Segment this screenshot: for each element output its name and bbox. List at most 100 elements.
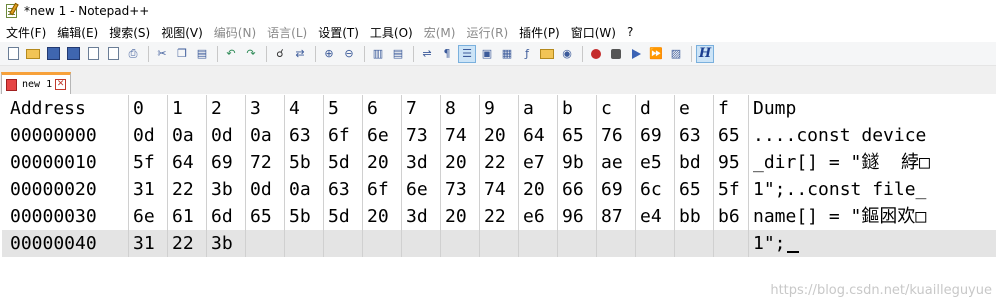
hex-byte-cell [674,230,713,257]
indent-guide-icon[interactable]: ☰ [458,44,476,63]
menu-macro[interactable]: 宏(M) [424,24,456,41]
paste-icon[interactable]: ▤ [193,45,211,63]
hex-dump-cell: name[] = "鏂囦欢□ [748,203,994,230]
menu-language[interactable]: 语言(L) [267,24,307,41]
menu-file[interactable]: 文件(F) [6,24,46,41]
hex-byte-cell: 22 [479,203,518,230]
redo-icon[interactable]: ↷ [242,45,260,63]
hex-byte-cell: 6f [323,122,362,149]
hex-header-cell: 6 [362,95,401,122]
macro-save-icon[interactable]: ▨ [667,45,685,63]
hex-byte-cell [440,230,479,257]
new-file-icon[interactable] [4,45,22,63]
hex-data-row[interactable]: 00000030 6e 61 6d 65 5b 5d 20 3d 20 22 e6 96 87 e4 bb b6… [2,203,996,230]
hex-header-cell: 3 [245,95,284,122]
monitoring-icon[interactable]: ◉ [558,45,576,63]
hex-header-cell: 8 [440,95,479,122]
udl-icon[interactable]: ▣ [478,45,496,63]
menu-help[interactable]: ? [627,25,633,39]
hex-data-row[interactable]: 00000020 31 22 3b 0d 0a 63 6f 6e 73 74 20 66 69 6c 65 5f… [2,176,996,203]
hex-editor[interactable]: Address 0 1 2 3 4 5 6 7 8 9 a b c d e f Dump 00000000 0d 0a 0… [2,95,996,302]
menu-view[interactable]: 视图(V) [161,24,203,41]
hex-byte-cell: 0d [206,122,245,149]
hex-byte-cell: 65 [557,122,596,149]
menu-encoding[interactable]: 编码(N) [214,24,256,41]
hex-byte-cell: 5f [713,176,748,203]
sync-vertical-icon[interactable]: ▥ [369,45,387,63]
hex-byte-cell: 5b [284,203,323,230]
hex-data-row[interactable]: 00000010 5f 64 69 72 5b 5d 20 3d 20 22 e7 9b ae e5 bd 95… [2,149,996,176]
menu-tools[interactable]: 工具(O) [370,24,413,41]
hex-byte-cell: 61 [167,203,206,230]
hex-byte-cell: 95 [713,149,748,176]
hex-header-cell: e [674,95,713,122]
hex-address-cell: 00000020 [10,179,97,200]
hex-dump-cell: ....const device [748,122,994,149]
menu-settings[interactable]: 设置(T) [318,24,359,41]
hex-byte-cell: 20 [440,203,479,230]
toolbar-separator [364,45,365,62]
close-all-icon[interactable] [104,45,122,63]
hex-byte-cell: 6e [128,203,167,230]
hex-byte-cell [284,230,323,257]
hex-byte-cell: 65 [245,203,284,230]
toolbar-separator [691,45,692,62]
hex-header-cell: b [557,95,596,122]
hex-data-row[interactable]: 00000000 0d 0a 0d 0a 63 6f 6e 73 74 20 64 65 76 69 63 65… [2,122,996,149]
menu-search[interactable]: 搜索(S) [109,24,150,41]
hex-byte-cell: bd [674,149,713,176]
folder-as-workspace-icon[interactable] [538,45,556,63]
menu-edit[interactable]: 编辑(E) [57,24,98,41]
macro-run-multiple-icon[interactable]: ⏩ [647,45,665,63]
macro-record-icon[interactable] [587,45,605,63]
menu-run[interactable]: 运行(R) [466,24,508,41]
hex-byte-cell [479,230,518,257]
toolbar-separator [413,45,414,62]
hex-byte-cell: 0d [128,122,167,149]
menu-window[interactable]: 窗口(W) [571,24,616,41]
tab-new-1[interactable]: new 1 ✕ [1,72,71,94]
hex-byte-cell: 20 [362,149,401,176]
macro-play-icon[interactable] [627,45,645,63]
copy-icon[interactable]: ❐ [173,45,191,63]
sync-horizontal-icon[interactable]: ▤ [389,45,407,63]
doc-map-icon[interactable]: ▦ [498,45,516,63]
undo-icon[interactable]: ↶ [222,45,240,63]
hex-byte-cell: 20 [440,149,479,176]
save-icon[interactable] [44,45,62,63]
hex-byte-cell: 22 [479,149,518,176]
function-list-icon[interactable]: ƒ [518,45,536,63]
hex-byte-cell: 3d [401,149,440,176]
hex-byte-cell: 6e [362,122,401,149]
hex-byte-cell: 69 [206,149,245,176]
hex-byte-cell: 31 [128,176,167,203]
show-all-characters-icon[interactable]: ¶ [438,45,456,63]
hex-byte-cell: 74 [440,122,479,149]
hex-byte-cell: 63 [323,176,362,203]
hex-header-cell: c [596,95,635,122]
macro-stop-icon[interactable] [607,45,625,63]
print-icon[interactable]: ⎙ [124,45,142,63]
menu-plugins[interactable]: 插件(P) [519,24,560,41]
zoom-in-icon[interactable]: ⊕ [320,45,338,63]
zoom-out-icon[interactable]: ⊖ [340,45,358,63]
replace-icon[interactable]: ⇄ [291,45,309,63]
hex-byte-cell: 66 [557,176,596,203]
hex-header-cell: Dump [748,95,994,122]
open-file-icon[interactable] [24,45,42,63]
hex-header-cell: 1 [167,95,206,122]
hex-data-row[interactable]: 00000040 31 22 3b 1"; [2,230,996,257]
hex-header-cell: Address [10,98,86,119]
hex-header-cell: 9 [479,95,518,122]
find-icon[interactable]: ☌ [271,45,289,63]
word-wrap-icon[interactable]: ⇌ [418,45,436,63]
cut-icon[interactable]: ✂ [153,45,171,63]
hex-editor-button[interactable]: H [696,44,714,63]
hex-dump-cell: _dir[] = "鐩 綍□ [748,149,994,176]
hex-dump-cell: 1";..const file_ [748,176,994,203]
close-file-icon[interactable] [84,45,102,63]
save-all-icon[interactable] [64,45,82,63]
hex-byte-cell: 69 [635,122,674,149]
close-tab-icon[interactable]: ✕ [55,79,67,90]
hex-byte-cell: bb [674,203,713,230]
